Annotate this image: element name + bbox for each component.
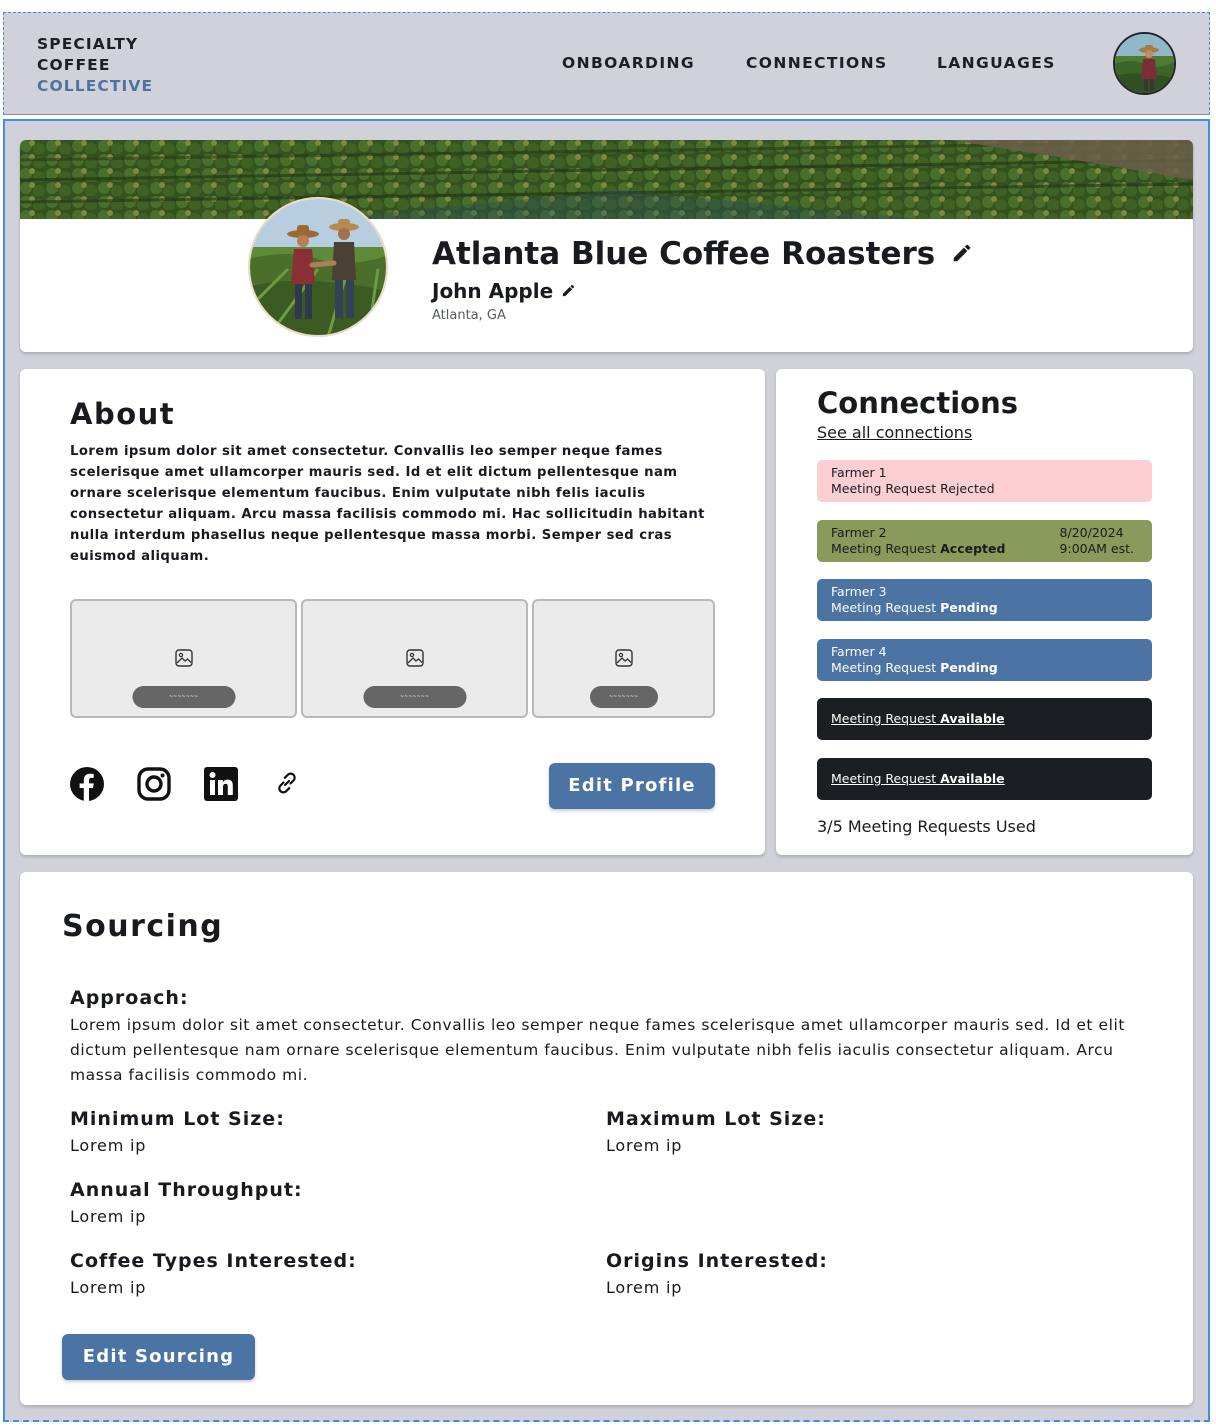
coffee-types-value: Lorem ip [70, 1278, 147, 1297]
gallery-image-3[interactable]: ~~~~~~~ [532, 599, 715, 718]
connection-item-farmer-1[interactable]: Farmer 1 Meeting Request Rejected [817, 460, 1152, 502]
facebook-icon[interactable] [70, 767, 104, 805]
annual-throughput-value: Lorem ip [70, 1207, 147, 1226]
origins-value: Lorem ip [606, 1278, 683, 1297]
contact-name-text: John Apple [432, 279, 554, 303]
linkedin-icon[interactable] [204, 767, 238, 805]
connection-status-prefix: Meeting Request [831, 771, 941, 786]
gallery-image-1[interactable]: ~~~~~~~ [70, 599, 297, 718]
organization-name-text: Atlanta Blue Coffee Roasters [432, 236, 936, 272]
edit-sourcing-button[interactable]: Edit Sourcing [62, 1334, 255, 1380]
max-lot-size-value: Lorem ip [606, 1136, 683, 1155]
meeting-request-available-slot-1[interactable]: Meeting Request Available [817, 698, 1152, 740]
cover-banner-image [20, 140, 1193, 219]
connection-status-prefix: Meeting Request [831, 600, 941, 615]
nav-connections[interactable]: CONNECTIONS [746, 54, 888, 72]
sourcing-card: Sourcing Approach: Lorem ipsum dolor sit… [20, 872, 1193, 1405]
gallery-caption-pill: ~~~~~~~ [589, 686, 658, 708]
top-navbar: SPECIALTY COFFEE COLLECTIVE ONBOARDING C… [3, 12, 1210, 115]
connection-status: Rejected [940, 481, 995, 496]
contact-name: John Apple [432, 279, 576, 303]
profile-location: Atlanta, GA [432, 308, 506, 323]
image-placeholder-icon [405, 649, 424, 671]
about-description: Lorem ipsum dolor sit amet consectetur. … [70, 444, 705, 564]
connection-farmer-name: Farmer 1 [831, 465, 887, 480]
profile-photo[interactable] [248, 169, 389, 337]
approach-label: Approach: [70, 987, 189, 1009]
edit-contact-name-pencil-icon[interactable] [561, 279, 576, 303]
gallery-caption-pill: ~~~~~~~ [132, 686, 235, 708]
meeting-time: 9:00AM est. [1059, 541, 1134, 556]
link-icon[interactable] [273, 769, 301, 801]
about-heading: About [70, 397, 176, 431]
instagram-icon[interactable] [137, 767, 171, 805]
origins-label: Origins Interested: [606, 1250, 828, 1272]
nav-onboarding[interactable]: ONBOARDING [562, 54, 695, 72]
logo-line-collective: COLLECTIVE [37, 77, 154, 95]
logo-line-specialty: SPECIALTY [37, 35, 139, 53]
connection-item-farmer-4[interactable]: Farmer 4 Meeting Request Pending [817, 639, 1152, 681]
connection-status-prefix: Meeting Request [831, 711, 941, 726]
connection-farmer-name: Farmer 3 [831, 584, 887, 599]
connection-status-prefix: Meeting Request [831, 541, 941, 556]
connections-heading: Connections [817, 386, 1018, 420]
profile-page: Atlanta Blue Coffee Roasters John Apple … [3, 119, 1210, 1422]
connection-status: Available [940, 711, 1005, 726]
connection-farmer-name: Farmer 4 [831, 644, 887, 659]
connection-status: Accepted [940, 541, 1006, 556]
connection-status-prefix: Meeting Request [831, 660, 941, 675]
nav-languages[interactable]: LANGUAGES [937, 54, 1056, 72]
meeting-request-available-slot-2[interactable]: Meeting Request Available [817, 758, 1152, 800]
approach-value: Lorem ipsum dolor sit amet consectetur. … [70, 1016, 1125, 1084]
meeting-date: 8/20/2024 [1059, 525, 1124, 540]
min-lot-size-label: Minimum Lot Size: [70, 1108, 285, 1130]
max-lot-size-label: Maximum Lot Size: [606, 1108, 826, 1130]
connection-status-prefix: Meeting Request [831, 481, 941, 496]
logo-line-coffee: COFFEE [37, 56, 111, 74]
connection-item-farmer-3[interactable]: Farmer 3 Meeting Request Pending [817, 579, 1152, 621]
image-placeholder-icon [614, 649, 633, 671]
user-avatar[interactable] [1113, 32, 1176, 95]
connection-status: Available [940, 771, 1005, 786]
coffee-types-label: Coffee Types Interested: [70, 1250, 357, 1272]
sourcing-heading: Sourcing [62, 909, 224, 944]
site-logo[interactable]: SPECIALTY COFFEE COLLECTIVE [37, 34, 153, 97]
connection-status: Pending [940, 600, 998, 615]
meeting-requests-used-count: 3/5 Meeting Requests Used [817, 817, 1036, 836]
annual-throughput-label: Annual Throughput: [70, 1179, 303, 1201]
see-all-connections-link[interactable]: See all connections [817, 423, 972, 442]
edit-profile-button[interactable]: Edit Profile [549, 763, 715, 809]
image-placeholder-icon [174, 649, 193, 671]
connection-item-farmer-2[interactable]: Farmer 2 Meeting Request Accepted 8/20/2… [817, 520, 1152, 562]
about-card: About Lorem ipsum dolor sit amet consect… [20, 369, 765, 855]
meeting-datetime: 8/20/2024 9:00AM est. [1060, 525, 1134, 557]
organization-name: Atlanta Blue Coffee Roasters [432, 236, 973, 272]
gallery-image-2[interactable]: ~~~~~~~ [301, 599, 528, 718]
connections-card: Connections See all connections Farmer 1… [776, 369, 1193, 855]
min-lot-size-value: Lorem ip [70, 1136, 147, 1155]
gallery-caption-pill: ~~~~~~~ [363, 686, 466, 708]
edit-org-name-pencil-icon[interactable] [951, 236, 973, 272]
profile-header-card: Atlanta Blue Coffee Roasters John Apple … [20, 140, 1193, 352]
connection-status: Pending [940, 660, 998, 675]
